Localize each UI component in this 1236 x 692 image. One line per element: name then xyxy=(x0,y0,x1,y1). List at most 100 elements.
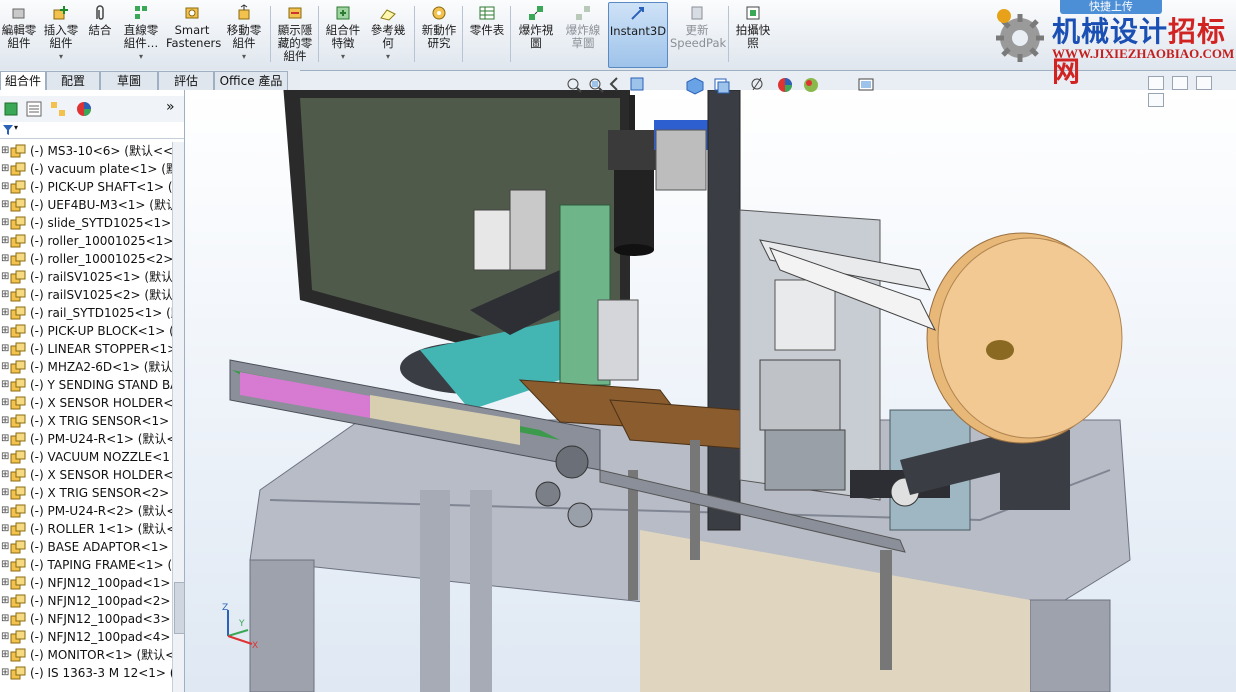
tree-item[interactable]: ⊞ (-) VACUUM NOZZLE<1 xyxy=(0,448,172,466)
tree-item[interactable]: ⊞ (-) NFJN12_100pad<1> xyxy=(0,574,172,592)
tree-expand-icon[interactable]: ⊞ xyxy=(1,250,9,268)
tree-item[interactable]: ⊞ (-) roller_10001025<2> ( xyxy=(0,250,172,268)
tree-item[interactable]: ⊞ (-) X SENSOR HOLDER< xyxy=(0,394,172,412)
explode-line-sketch-button[interactable]: 爆炸線 草圖 xyxy=(560,2,606,66)
assembly-3d-model[interactable] xyxy=(185,90,1236,692)
apply-scene-icon[interactable] xyxy=(804,78,818,92)
edit-appearance-icon[interactable] xyxy=(778,78,792,92)
property-manager-tab-icon[interactable] xyxy=(24,99,44,119)
tree-item[interactable]: ⊞ (-) Y SENDING STAND BA xyxy=(0,376,172,394)
filter-funnel-icon[interactable] xyxy=(2,124,14,136)
tree-item[interactable]: ⊞ (-) PM-U24-R<2> (默认< xyxy=(0,502,172,520)
insert-component-button[interactable]: 插入零 組件 ▾ xyxy=(40,2,82,66)
tree-expand-icon[interactable]: ⊞ xyxy=(1,214,9,232)
graphics-viewport[interactable] xyxy=(185,90,1236,692)
tree-expand-icon[interactable]: ⊞ xyxy=(1,322,9,340)
tree-expand-icon[interactable]: ⊞ xyxy=(1,628,9,646)
exploded-view-button[interactable]: 爆炸視 圖 xyxy=(514,2,558,66)
tree-scroll-thumb[interactable] xyxy=(174,582,185,634)
edit-component-button[interactable]: 編輯零 組件 xyxy=(0,2,38,66)
tree-expand-icon[interactable]: ⊞ xyxy=(1,484,9,502)
tree-item[interactable]: ⊞ (-) PICK-UP SHAFT<1> ( xyxy=(0,178,172,196)
tree-item[interactable]: ⊞ (-) MONITOR<1> (默认< xyxy=(0,646,172,664)
tree-expand-icon[interactable]: ⊞ xyxy=(1,394,9,412)
viewport-minimize-button[interactable] xyxy=(1148,76,1164,90)
linear-pattern-button[interactable]: 直線零 組件… ▾ xyxy=(118,2,164,66)
tree-item[interactable]: ⊞ (-) MS3-10<6> (默认<< xyxy=(0,142,172,160)
assembly-features-button[interactable]: 組合件 特徵 ▾ xyxy=(322,2,364,66)
display-manager-tab-icon[interactable] xyxy=(74,99,94,119)
tab-assembly[interactable]: 組合件 xyxy=(0,71,46,90)
tree-expand-icon[interactable]: ⊞ xyxy=(1,430,9,448)
tree-expand-icon[interactable]: ⊞ xyxy=(1,340,9,358)
tree-item[interactable]: ⊞ (-) NFJN12_100pad<2> xyxy=(0,592,172,610)
linear-pattern-dropdown-icon[interactable]: ▾ xyxy=(118,50,164,63)
instant3d-button[interactable]: Instant3D xyxy=(608,2,668,68)
tree-item[interactable]: ⊞ (-) roller_10001025<1> ( xyxy=(0,232,172,250)
tree-expand-icon[interactable]: ⊞ xyxy=(1,160,9,178)
tree-item[interactable]: ⊞ (-) NFJN12_100pad<4> xyxy=(0,628,172,646)
filter-dropdown-icon[interactable]: ▾ xyxy=(14,123,18,132)
tree-item[interactable]: ⊞ (-) railSV1025<2> (默认< xyxy=(0,286,172,304)
display-style-icon[interactable] xyxy=(714,78,730,94)
tree-item[interactable]: ⊞ (-) PM-U24-R<1> (默认< xyxy=(0,430,172,448)
tree-item[interactable]: ⊞ (-) IS 1363-3 M 12<1> ( xyxy=(0,664,172,682)
viewport-restore-button[interactable] xyxy=(1196,76,1212,90)
tree-expand-icon[interactable]: ⊞ xyxy=(1,538,9,556)
tree-item[interactable]: ⊞ (-) X SENSOR HOLDER< xyxy=(0,466,172,484)
tree-expand-icon[interactable]: ⊞ xyxy=(1,502,9,520)
tree-item[interactable]: ⊞ (-) BASE ADAPTOR<1> ( xyxy=(0,538,172,556)
tree-expand-icon[interactable]: ⊞ xyxy=(1,232,9,250)
tree-expand-icon[interactable]: ⊞ xyxy=(1,610,9,628)
tree-expand-icon[interactable]: ⊞ xyxy=(1,592,9,610)
tab-sketch[interactable]: 草圖 xyxy=(100,71,158,90)
insert-component-dropdown-icon[interactable]: ▾ xyxy=(40,50,82,63)
move-component-dropdown-icon[interactable]: ▾ xyxy=(222,50,266,63)
bill-of-materials-button[interactable]: 零件表 xyxy=(466,2,508,66)
section-view-icon[interactable] xyxy=(630,77,644,91)
reference-geometry-dropdown-icon[interactable]: ▾ xyxy=(366,50,410,63)
tab-evaluate[interactable]: 評估 xyxy=(158,71,214,90)
tree-item[interactable]: ⊞ (-) TAPING FRAME<1> ( xyxy=(0,556,172,574)
view-orientation-icon[interactable] xyxy=(686,77,704,95)
tree-item[interactable]: ⊞ (-) slide_SYTD1025<1> ( xyxy=(0,214,172,232)
tree-expand-icon[interactable]: ⊞ xyxy=(1,358,9,376)
tree-expand-icon[interactable]: ⊞ xyxy=(1,664,9,682)
reference-geometry-button[interactable]: 參考幾 何 ▾ xyxy=(366,2,410,66)
configuration-manager-tab-icon[interactable] xyxy=(48,99,68,119)
take-snapshot-button[interactable]: 拍攝快 照 xyxy=(732,2,774,66)
tree-item[interactable]: ⊞ (-) MHZA2-6D<1> (默认 xyxy=(0,358,172,376)
update-speedpak-button[interactable]: 更新 SpeedPak xyxy=(670,2,726,66)
new-motion-study-button[interactable]: 新動作 研究 xyxy=(418,2,460,66)
tree-item[interactable]: ⊞ (-) railSV1025<1> (默认< xyxy=(0,268,172,286)
tree-expand-icon[interactable]: ⊞ xyxy=(1,142,9,160)
tree-item[interactable]: ⊞ (-) PICK-UP BLOCK<1> ( xyxy=(0,322,172,340)
tree-item[interactable]: ⊞ (-) X TRIG SENSOR<1> ( xyxy=(0,412,172,430)
tree-expand-icon[interactable]: ⊞ xyxy=(1,466,9,484)
tree-expand-icon[interactable]: ⊞ xyxy=(1,520,9,538)
tree-filter-bar[interactable]: ▾ xyxy=(0,122,184,139)
view-settings-icon[interactable] xyxy=(858,78,874,91)
smart-fasteners-button[interactable]: Smart Fasteners xyxy=(166,2,221,66)
tree-item[interactable]: ⊞ (-) UEF4BU-M3<1> (默认 xyxy=(0,196,172,214)
tree-expand-icon[interactable]: ⊞ xyxy=(1,178,9,196)
tree-expand-icon[interactable]: ⊞ xyxy=(1,304,9,322)
tree-expand-icon[interactable]: ⊞ xyxy=(1,412,9,430)
feature-manager-tab-icon[interactable] xyxy=(2,99,22,119)
zoom-to-fit-icon[interactable] xyxy=(567,78,582,93)
panel-expand-chevron-icon[interactable]: » xyxy=(166,99,175,115)
tree-item[interactable]: ⊞ (-) vacuum plate<1> (默 xyxy=(0,160,172,178)
tree-expand-icon[interactable]: ⊞ xyxy=(1,556,9,574)
tab-office-products[interactable]: Office 產品 xyxy=(214,71,288,90)
tree-item[interactable]: ⊞ (-) ROLLER 1<1> (默认< xyxy=(0,520,172,538)
tree-expand-icon[interactable]: ⊞ xyxy=(1,376,9,394)
tree-item[interactable]: ⊞ (-) NFJN12_100pad<3> xyxy=(0,610,172,628)
tree-expand-icon[interactable]: ⊞ xyxy=(1,196,9,214)
zoom-to-area-icon[interactable] xyxy=(589,78,604,93)
tree-expand-icon[interactable]: ⊞ xyxy=(1,448,9,466)
mate-button[interactable]: 結合 xyxy=(86,2,114,66)
tab-configuration[interactable]: 配置 xyxy=(46,71,100,90)
move-component-button[interactable]: 移動零 組件 ▾ xyxy=(222,2,266,66)
tree-item[interactable]: ⊞ (-) rail_SYTD1025<1> (默 xyxy=(0,304,172,322)
viewport-tile-button[interactable] xyxy=(1172,76,1188,90)
